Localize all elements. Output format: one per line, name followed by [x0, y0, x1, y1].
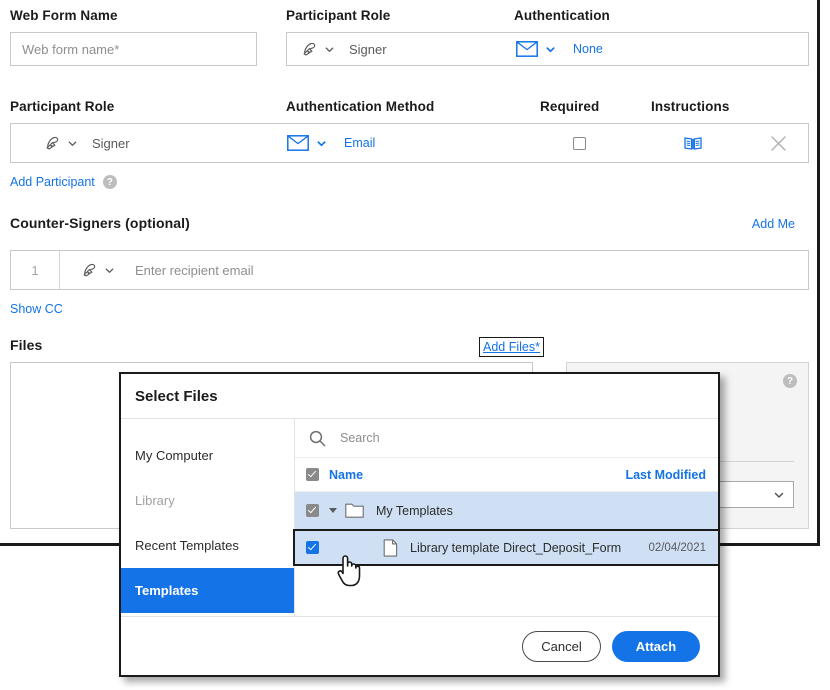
top-role-auth-row: Signer None	[286, 32, 809, 66]
counter-signer-row: 1 Enter recipient email	[10, 250, 809, 290]
files-label: Files	[10, 337, 42, 353]
chevron-down-icon	[104, 265, 115, 276]
search-icon	[309, 430, 326, 447]
chevron-down-icon	[545, 44, 556, 55]
dialog-title: Select Files	[135, 388, 218, 405]
counter-signer-role-selector[interactable]	[60, 261, 115, 279]
sidebar-item-label: My Computer	[135, 448, 213, 463]
instructions-cell	[637, 136, 749, 151]
column-header-last-modified[interactable]: Last Modified	[586, 468, 718, 482]
counter-signer-email-input[interactable]: Enter recipient email	[135, 263, 254, 278]
participant-role-value: Signer	[92, 136, 130, 151]
select-all-checkbox[interactable]	[306, 468, 319, 481]
envelope-icon	[287, 135, 309, 151]
row-checkbox-cell	[295, 541, 329, 554]
authentication-method-column-header: Authentication Method	[286, 99, 434, 114]
search-input[interactable]: Search	[340, 431, 380, 445]
dialog-sidebar: My Computer Library Recent Templates Tem…	[121, 419, 295, 616]
participant-role-column-header: Participant Role	[10, 99, 114, 114]
top-role-value: Signer	[349, 42, 387, 57]
counter-signers-label: Counter-Signers (optional)	[10, 215, 190, 231]
show-cc-link[interactable]: Show CC	[10, 302, 63, 316]
sidebar-item-templates[interactable]: Templates	[121, 568, 294, 613]
participant-auth-value[interactable]: Email	[344, 136, 375, 150]
pen-nib-icon	[44, 134, 64, 152]
chevron-down-icon	[67, 138, 78, 149]
top-role-selector[interactable]: Signer	[287, 40, 516, 58]
help-icon[interactable]: ?	[783, 374, 797, 388]
close-icon[interactable]	[770, 135, 787, 152]
participant-auth-selector[interactable]: Email	[287, 135, 522, 151]
table-row[interactable]: My Templates	[295, 492, 718, 529]
dialog-header: Select Files	[121, 374, 718, 419]
attach-button[interactable]: Attach	[612, 631, 700, 662]
dialog-body: My Computer Library Recent Templates Tem…	[121, 419, 718, 616]
dialog-footer: Cancel Attach	[121, 616, 718, 675]
cancel-button[interactable]: Cancel	[522, 631, 601, 662]
sidebar-item-label: Library	[135, 493, 175, 508]
top-auth-value[interactable]: None	[573, 42, 603, 56]
row-checkbox-cell	[295, 504, 329, 517]
counter-signer-index: 1	[11, 251, 60, 289]
book-icon[interactable]	[684, 136, 702, 151]
chevron-down-icon	[773, 489, 785, 501]
participant-row: Signer Email	[10, 123, 809, 163]
row-date: 02/04/2021	[648, 542, 718, 554]
chevron-down-icon	[324, 44, 335, 55]
add-files-label: Add Files*	[483, 340, 540, 354]
row-checkbox[interactable]	[306, 504, 319, 517]
mouse-cursor	[334, 551, 364, 589]
search-bar[interactable]: Search	[295, 419, 718, 458]
chevron-down-icon	[316, 138, 327, 149]
envelope-icon	[516, 41, 538, 57]
help-icon[interactable]: ?	[103, 175, 117, 189]
file-list-header: Name Last Modified	[295, 458, 718, 492]
document-icon	[383, 539, 398, 557]
pen-nib-icon	[81, 261, 101, 279]
sidebar-item-label: Templates	[135, 583, 198, 598]
add-files-link[interactable]: Add Files*	[479, 337, 544, 357]
expand-caret-icon[interactable]	[329, 508, 337, 513]
participant-role-selector[interactable]: Signer	[11, 134, 287, 152]
add-participant-row: Add Participant ?	[10, 175, 117, 189]
column-header-name[interactable]: Name	[329, 468, 586, 482]
sidebar-item-label: Recent Templates	[135, 538, 239, 553]
instructions-column-header: Instructions	[651, 99, 729, 114]
folder-icon	[345, 503, 364, 518]
add-me-link[interactable]: Add Me	[752, 217, 795, 231]
web-form-name-label: Web Form Name	[10, 8, 118, 23]
select-all-cell	[295, 468, 329, 481]
delete-participant-cell	[749, 135, 808, 152]
select-files-dialog: Select Files My Computer Library Recent …	[119, 372, 720, 677]
pen-nib-icon	[301, 40, 321, 58]
row-checkbox[interactable]	[306, 541, 319, 554]
required-column-header: Required	[540, 99, 599, 114]
row-name: My Templates	[376, 504, 453, 518]
web-form-name-input[interactable]: Web form name*	[10, 32, 257, 66]
sidebar-item-recent-templates[interactable]: Recent Templates	[121, 523, 294, 568]
top-auth-selector[interactable]: None	[516, 41, 603, 57]
required-cell	[522, 137, 637, 150]
authentication-label: Authentication	[514, 8, 610, 23]
row-name: Library template Direct_Deposit_Form	[410, 541, 621, 555]
required-checkbox[interactable]	[573, 137, 586, 150]
sidebar-item-my-computer[interactable]: My Computer	[121, 433, 294, 478]
sidebar-item-library[interactable]: Library	[121, 478, 294, 523]
web-form-name-placeholder: Web form name*	[11, 42, 119, 57]
add-participant-link[interactable]: Add Participant	[10, 175, 95, 189]
participant-role-label-top: Participant Role	[286, 8, 390, 23]
